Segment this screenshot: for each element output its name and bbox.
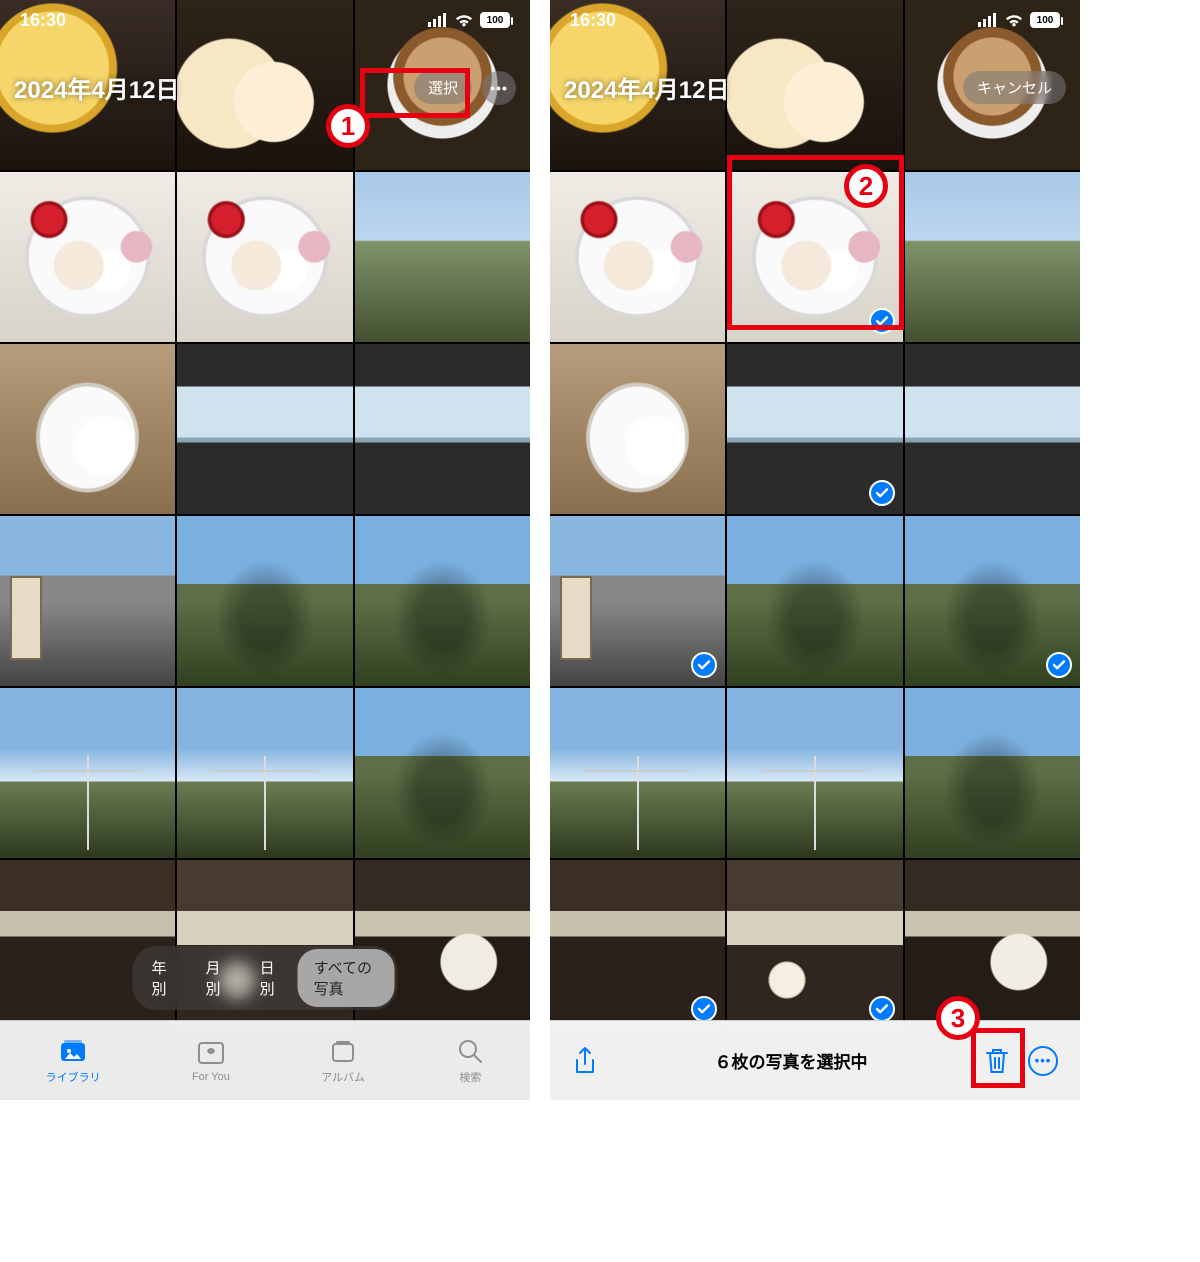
cellular-icon	[428, 13, 448, 27]
search-icon	[456, 1037, 484, 1065]
tab-bar: ライブラリ For You アルバム 検索	[0, 1020, 530, 1100]
selection-check-icon	[691, 996, 717, 1022]
photo-thumb[interactable]	[355, 516, 530, 686]
photo-thumb-selected[interactable]	[727, 860, 902, 1030]
tab-label: For You	[192, 1071, 230, 1083]
seg-month[interactable]: 月別	[190, 949, 244, 1007]
selection-check-icon	[869, 480, 895, 506]
photo-thumb[interactable]	[355, 172, 530, 342]
tab-foryou[interactable]: For You	[192, 1039, 230, 1083]
annotation-number-3: 3	[936, 996, 980, 1040]
photo-thumb[interactable]	[177, 344, 352, 514]
phone-left: 16:30 100 2024年4月12日 選択 •••	[0, 0, 530, 1100]
cellular-icon	[978, 13, 998, 27]
foryou-icon	[197, 1039, 225, 1067]
selection-check-icon	[1046, 652, 1072, 678]
battery-indicator: 100	[1030, 12, 1060, 28]
phone-right: 16:30 100 2024年4月12日 キャンセル ６枚の写真を選択中	[550, 0, 1080, 1100]
seg-day[interactable]: 日別	[244, 949, 298, 1007]
photo-thumb[interactable]	[727, 688, 902, 858]
photo-thumb-selected[interactable]	[550, 860, 725, 1030]
more-button[interactable]: •••	[1028, 1046, 1058, 1076]
photo-thumb[interactable]	[905, 688, 1080, 858]
photo-thumb-selected[interactable]	[727, 344, 902, 514]
page-title: 2024年4月12日	[14, 70, 179, 105]
selection-check-icon	[869, 996, 895, 1022]
photo-thumb[interactable]	[0, 688, 175, 858]
share-icon	[572, 1046, 598, 1076]
share-button[interactable]	[572, 1046, 598, 1076]
photo-thumb[interactable]	[0, 516, 175, 686]
ellipsis-icon: •••	[490, 80, 508, 96]
tab-label: アルバム	[321, 1069, 365, 1085]
more-button[interactable]: •••	[482, 71, 516, 105]
photo-thumb[interactable]	[355, 344, 530, 514]
status-time: 16:30	[20, 10, 66, 31]
battery-indicator: 100	[480, 12, 510, 28]
photo-thumb[interactable]	[550, 172, 725, 342]
selection-check-icon	[691, 652, 717, 678]
status-time: 16:30	[570, 10, 616, 31]
wifi-icon	[1004, 13, 1024, 27]
annotation-number-2: 2	[844, 164, 888, 208]
annotation-highlight-1	[360, 68, 470, 118]
view-mode-segmented-control[interactable]: 年別 月別 日別 すべての写真	[133, 946, 398, 1010]
seg-year[interactable]: 年別	[136, 949, 190, 1007]
wifi-icon	[454, 13, 474, 27]
annotation-highlight-3	[971, 1028, 1025, 1088]
seg-all-photos[interactable]: すべての写真	[298, 949, 395, 1007]
photo-thumb[interactable]	[550, 688, 725, 858]
photo-thumb[interactable]	[905, 344, 1080, 514]
photo-thumb[interactable]	[550, 344, 725, 514]
library-icon	[59, 1037, 87, 1065]
tab-label: 検索	[459, 1069, 481, 1085]
photo-thumb[interactable]	[727, 516, 902, 686]
photo-thumb[interactable]	[905, 860, 1080, 1030]
photo-thumb[interactable]	[355, 688, 530, 858]
status-bar: 16:30 100	[0, 0, 530, 40]
selection-status: ６枚の写真を選択中	[715, 1048, 868, 1073]
tab-label: ライブラリ	[46, 1069, 101, 1085]
photo-thumb[interactable]	[177, 688, 352, 858]
photo-grid-right	[550, 0, 1080, 1020]
ellipsis-icon: •••	[1035, 1053, 1052, 1068]
tab-search[interactable]: 検索	[456, 1037, 484, 1085]
tab-albums[interactable]: アルバム	[321, 1037, 365, 1085]
photo-thumb[interactable]	[177, 516, 352, 686]
photo-thumb[interactable]	[905, 172, 1080, 342]
annotation-number-1: 1	[326, 104, 370, 148]
status-bar: 16:30 100	[550, 0, 1080, 40]
page-title: 2024年4月12日	[564, 70, 729, 105]
photo-thumb[interactable]	[0, 172, 175, 342]
cancel-button[interactable]: キャンセル	[963, 71, 1066, 104]
albums-icon	[329, 1037, 357, 1065]
photo-thumb[interactable]	[177, 172, 352, 342]
photo-grid-left	[0, 0, 530, 1020]
photo-thumb-selected[interactable]	[550, 516, 725, 686]
tab-library[interactable]: ライブラリ	[46, 1037, 101, 1085]
photo-thumb-selected[interactable]	[905, 516, 1080, 686]
photo-thumb[interactable]	[0, 344, 175, 514]
